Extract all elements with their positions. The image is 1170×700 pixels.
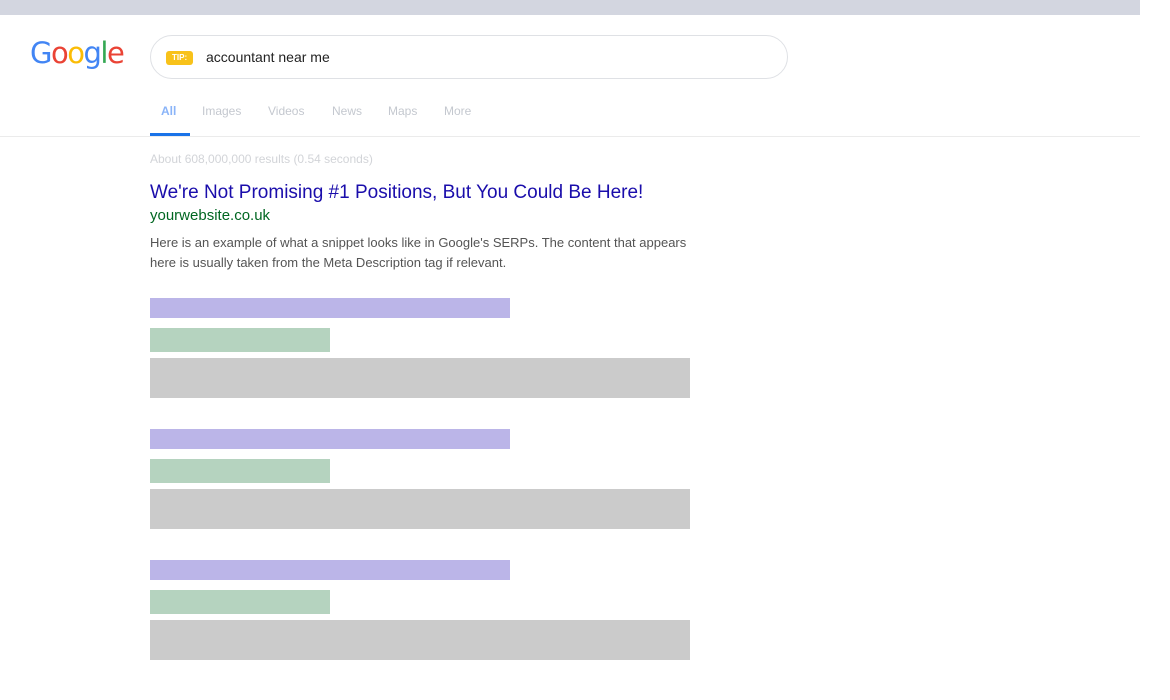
placeholder-title-bar <box>150 298 510 318</box>
logo-letter: o <box>67 36 85 70</box>
placeholder-snippet-bar <box>150 489 690 529</box>
result-url[interactable]: yourwebsite.co.uk <box>150 207 270 224</box>
top-bar <box>0 0 1140 15</box>
logo-letter: G <box>30 36 52 70</box>
placeholder-snippet-bar <box>150 620 690 660</box>
tab-news[interactable]: News <box>332 104 362 136</box>
header-divider <box>0 136 1140 137</box>
logo-letter: g <box>83 36 101 70</box>
tab-maps[interactable]: Maps <box>388 104 417 136</box>
result-stats: About 608,000,000 results (0.54 seconds) <box>150 152 373 166</box>
tab-images[interactable]: Images <box>202 104 241 136</box>
snippet-line: here is usually taken from the Meta Desc… <box>150 255 507 270</box>
search-query[interactable]: accountant near me <box>206 49 330 65</box>
placeholder-url-bar <box>150 459 330 483</box>
snippet-line: Here is an example of what a snippet loo… <box>150 235 687 250</box>
placeholder-url-bar <box>150 328 330 352</box>
placeholder-title-bar <box>150 560 510 580</box>
placeholder-url-bar <box>150 590 330 614</box>
tab-more[interactable]: More <box>444 104 471 136</box>
result-snippet: Here is an example of what a snippet loo… <box>150 233 750 273</box>
logo-letter: o <box>50 36 69 70</box>
placeholder-title-bar <box>150 429 510 449</box>
tab-all[interactable]: All <box>161 104 176 136</box>
tab-videos[interactable]: Videos <box>268 104 304 136</box>
tip-badge: TIP: <box>166 51 194 65</box>
search-input[interactable]: TIP: accountant near me <box>150 35 788 79</box>
logo-letter: e <box>106 36 125 70</box>
google-logo[interactable]: Google <box>30 34 125 72</box>
result-title-link[interactable]: We're Not Promising #1 Positions, But Yo… <box>150 182 643 204</box>
placeholder-snippet-bar <box>150 358 690 398</box>
